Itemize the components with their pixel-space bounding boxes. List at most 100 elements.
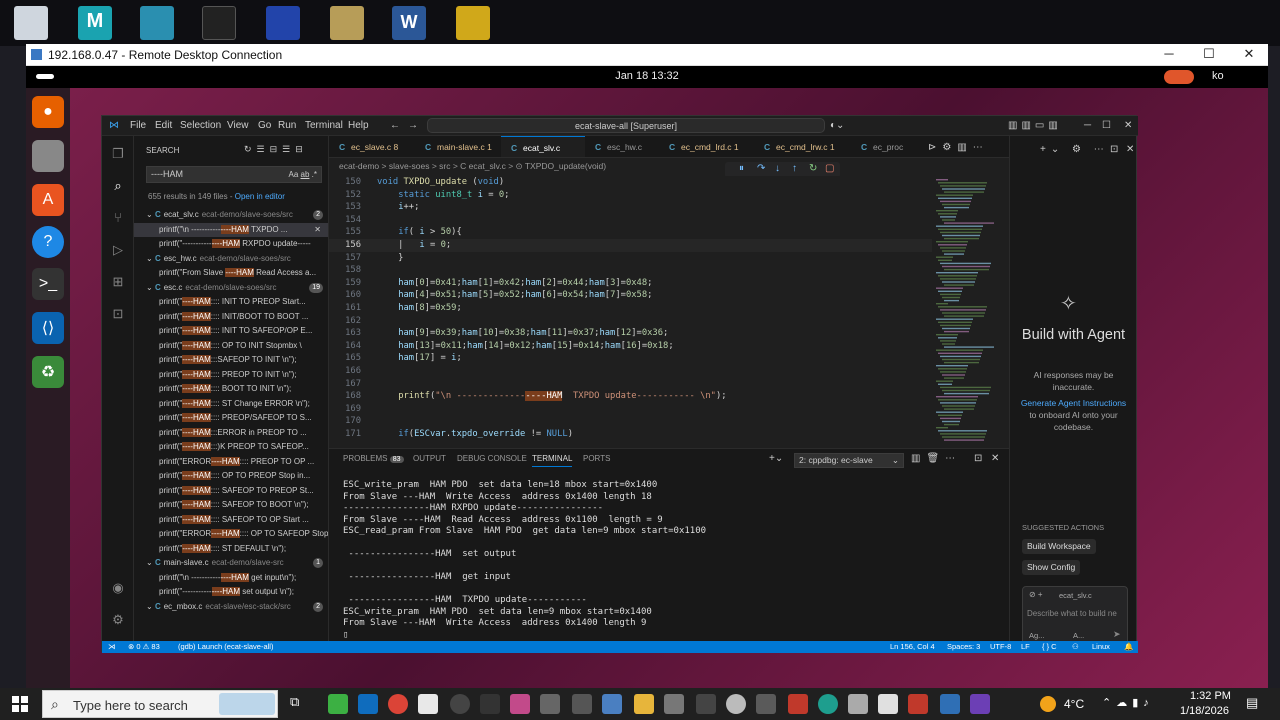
- chevron-down-icon[interactable]: ⌄: [146, 210, 155, 219]
- search-file-row[interactable]: ⌄ Cesc_hw.c ecat-demo/slave-soes/src: [134, 252, 328, 267]
- weather-temp[interactable]: 4°C: [1064, 697, 1084, 711]
- status-copilot-icon[interactable]: ⚇: [1072, 641, 1079, 653]
- layout-icons[interactable]: ▥▥▭▥: [1008, 120, 1062, 131]
- archive-icon[interactable]: [330, 6, 364, 40]
- editor-actions-icons[interactable]: ⊳⚙▥⋯: [928, 142, 989, 153]
- file-explorer-icon[interactable]: [634, 694, 654, 714]
- help-icon[interactable]: ?: [32, 226, 64, 258]
- files-icon[interactable]: [32, 140, 64, 172]
- chat-maximize-icon[interactable]: ⊡: [1110, 144, 1118, 155]
- taskbar-app-1-icon[interactable]: [328, 694, 348, 714]
- search-match-row[interactable]: printf("----HAM:::: SAFEOP TO PREOP St..…: [134, 484, 328, 499]
- copilot-icon[interactable]: ◐⌄: [830, 120, 844, 131]
- search-match-row[interactable]: printf("----HAM:::: ST Change ERROR \n")…: [134, 397, 328, 412]
- maximize-button[interactable]: ☐: [1194, 46, 1224, 62]
- search-match-row[interactable]: printf("----HAM:::ERROR in PREOP TO ...: [134, 426, 328, 441]
- vscode-icon[interactable]: ⟨⟩: [32, 312, 64, 344]
- account-icon[interactable]: ◉: [109, 580, 127, 598]
- weather-icon[interactable]: [1040, 696, 1056, 712]
- run-debug-icon[interactable]: ▷: [109, 242, 127, 260]
- send-icon[interactable]: ➤: [1113, 629, 1121, 640]
- remote-explorer-icon[interactable]: ⊡: [109, 306, 127, 324]
- chrome-icon[interactable]: [388, 694, 408, 714]
- new-terminal-icon[interactable]: +⌄: [769, 453, 783, 464]
- status-eol[interactable]: LF: [1021, 641, 1030, 653]
- maya-icon[interactable]: M: [78, 6, 112, 40]
- close-button[interactable]: ✕: [1234, 46, 1264, 62]
- step-into-icon[interactable]: ↓: [775, 163, 780, 174]
- status-spaces[interactable]: Spaces: 3: [947, 641, 980, 653]
- record-icon[interactable]: [1164, 70, 1194, 84]
- search-match-row[interactable]: printf("----HAM:::: INIT TO SAFEOP/OP E.…: [134, 324, 328, 339]
- search-match-row[interactable]: printf("\n ---------------HAM get input\…: [134, 571, 328, 586]
- outlook-icon[interactable]: [358, 694, 378, 714]
- pause-icon[interactable]: ⏸: [739, 163, 744, 174]
- editor-tab[interactable]: Cmain-slave.c 1: [415, 136, 501, 157]
- search-match-row[interactable]: printf("----HAM:::: PREOP TO INIT \n");: [134, 368, 328, 383]
- breadcrumb[interactable]: ecat-demo > slave-soes > src > C ecat_sl…: [339, 161, 606, 172]
- menu-terminal[interactable]: Terminal: [305, 120, 343, 131]
- explorer-icon[interactable]: ❐: [109, 146, 127, 164]
- terminal-select[interactable]: 2: cppdbg: ec-slave ⌄: [794, 453, 904, 468]
- restart-icon[interactable]: ↻: [809, 163, 817, 174]
- taskbar-app-4-icon[interactable]: [480, 694, 500, 714]
- search-file-row[interactable]: ⌄ Cesc.c ecat-demo/slave-soes/src 19: [134, 281, 328, 296]
- editor-tab[interactable]: Cec_cmd_lrw.c 1: [754, 136, 851, 157]
- trash-icon[interactable]: ♻: [32, 356, 64, 388]
- editor-tab[interactable]: Cec_cmd_lrd.c 1: [659, 136, 754, 157]
- ssc-icon[interactable]: [788, 694, 808, 714]
- search-match-row[interactable]: printf("From Slave ----HAM Read Access a…: [134, 266, 328, 281]
- task-view-icon[interactable]: ⧉: [290, 694, 310, 714]
- search-match-row[interactable]: printf("----HAM:::: INIT TO PREOP Start.…: [134, 295, 328, 310]
- window-maximize-button[interactable]: ☐: [1102, 120, 1111, 131]
- search-icon[interactable]: ⌕: [109, 178, 127, 196]
- code-editor[interactable]: 150 void TXPDO_update (void) 152 static ui…: [329, 176, 932, 446]
- terminal-icon[interactable]: >_: [32, 268, 64, 300]
- search-match-row[interactable]: printf("ERROR----HAM:::: OP TO SAFEOP St…: [134, 527, 328, 542]
- taskbar-search-input[interactable]: ⌕ Type here to search: [42, 690, 278, 718]
- tab-ports[interactable]: PORTS: [583, 454, 610, 463]
- taskbar-app-7-icon[interactable]: [572, 694, 592, 714]
- status-launch[interactable]: (gdb) Launch (ecat-slave-all): [178, 641, 273, 653]
- menu-view[interactable]: View: [227, 120, 249, 131]
- dismiss-icon[interactable]: ✕: [314, 223, 321, 238]
- edge-icon[interactable]: [818, 694, 838, 714]
- chevron-down-icon[interactable]: ⌄: [146, 254, 155, 263]
- back-icon[interactable]: ←: [390, 120, 400, 131]
- menu-selection[interactable]: Selection: [180, 120, 221, 131]
- visual-studio-icon[interactable]: [970, 694, 990, 714]
- search-match-row[interactable]: printf("\n ---------------HAM TXPDO ... ✕: [134, 222, 328, 238]
- taskbar-time[interactable]: 1:32 PM: [1190, 690, 1231, 702]
- editor-tab[interactable]: Cesc_hw.c: [585, 136, 659, 157]
- extensions-icon[interactable]: ⊞: [109, 274, 127, 292]
- tray-icons[interactable]: ⌃☁▮♪: [1102, 696, 1154, 709]
- chat-context-file[interactable]: ecat_slv.c: [1059, 591, 1092, 600]
- menu-help[interactable]: Help: [348, 120, 369, 131]
- editor-tab[interactable]: Cec_proc: [851, 136, 903, 157]
- taskbar-app-3-icon[interactable]: [450, 694, 470, 714]
- ubuntu-user[interactable]: ko: [1212, 70, 1224, 82]
- taskbar-app-11-icon[interactable]: [726, 694, 746, 714]
- recycle-bin-icon[interactable]: [14, 6, 48, 40]
- manage-gear-icon[interactable]: ⚙: [109, 612, 127, 630]
- menu-go[interactable]: Go: [258, 120, 271, 131]
- editor-tab[interactable]: Cec_slave.c 8: [329, 136, 415, 157]
- status-encoding[interactable]: UTF-8: [990, 641, 1011, 653]
- taskbar-app-12-icon[interactable]: [756, 694, 776, 714]
- search-input[interactable]: ----HAM Aa ab .*: [146, 166, 322, 183]
- chat-model-select[interactable]: A...: [1073, 631, 1084, 640]
- taskbar-app-8-icon[interactable]: [602, 694, 622, 714]
- command-center[interactable]: ecat-slave-all [Superuser]: [427, 118, 825, 133]
- taskbar-app-10-icon[interactable]: [696, 694, 716, 714]
- search-actions-icons[interactable]: ↻☰⊟☰⊟: [244, 144, 308, 155]
- remote-desktop-icon[interactable]: [940, 694, 960, 714]
- forward-icon[interactable]: →: [408, 120, 418, 131]
- status-position[interactable]: Ln 156, Col 4: [890, 641, 935, 653]
- status-os[interactable]: Linux: [1092, 641, 1110, 653]
- menu-file[interactable]: File: [130, 120, 146, 131]
- stop-icon[interactable]: ▢: [825, 163, 834, 174]
- software-icon[interactable]: A: [32, 184, 64, 216]
- chevron-down-icon[interactable]: ⌄: [146, 558, 155, 567]
- source-control-icon[interactable]: ⑂: [109, 210, 127, 228]
- step-over-icon[interactable]: ↷: [757, 163, 765, 174]
